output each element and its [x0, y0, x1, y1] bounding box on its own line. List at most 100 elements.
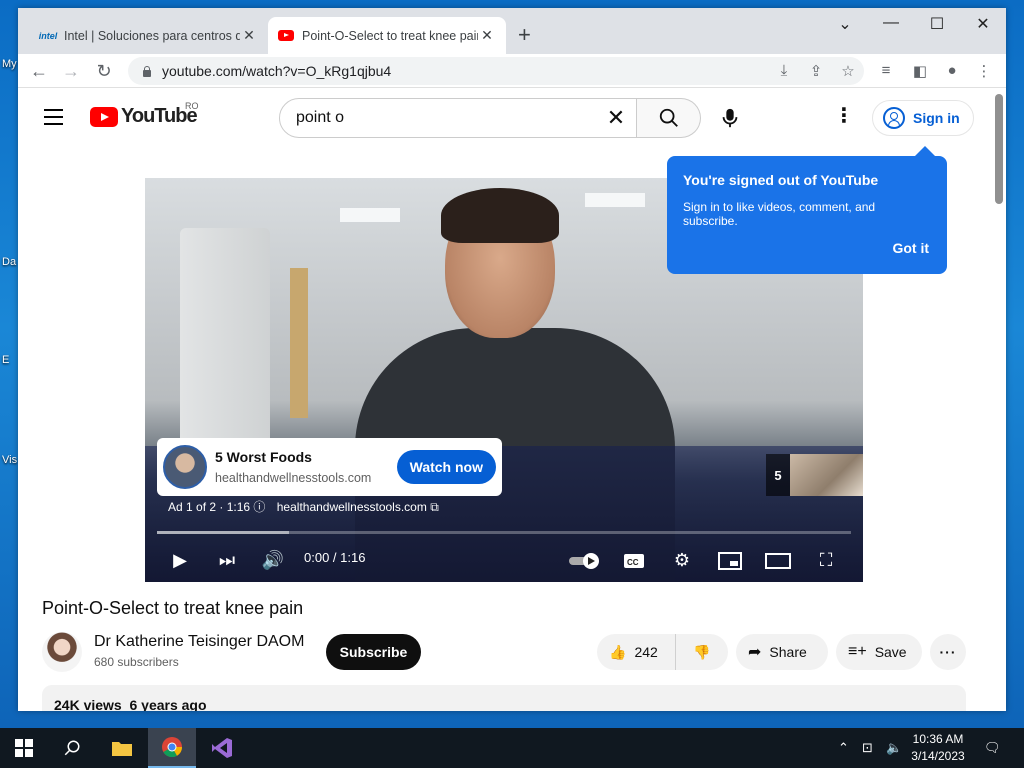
save-label: Save	[874, 644, 907, 660]
search-icon	[659, 108, 678, 127]
ad-counter: Ad 1 of 2 · 1:16	[168, 500, 251, 514]
tab-strip: intel Intel | Soluciones para centros de…	[18, 8, 1006, 54]
fullscreen-icon[interactable]: ⛶	[811, 546, 841, 574]
ad-domain[interactable]: healthandwellnesstools.com	[215, 471, 397, 485]
thumbs-up-icon: 👍	[609, 643, 627, 660]
lock-icon[interactable]	[142, 66, 152, 77]
description-box[interactable]: 24K views 6 years ago	[42, 685, 966, 711]
file-explorer-icon[interactable]	[98, 728, 146, 768]
network-icon[interactable]: ⊡	[862, 740, 873, 756]
maximize-button[interactable]: ☐	[914, 14, 960, 34]
chrome-menu-icon[interactable]: ⋮	[974, 62, 994, 80]
more-actions-button[interactable]: ···	[930, 634, 966, 670]
advertiser-avatar[interactable]	[163, 445, 207, 489]
volume-icon[interactable]: 🔊	[258, 546, 288, 574]
view-stats: 24K views 6 years ago	[54, 697, 207, 711]
voice-search-button[interactable]	[710, 98, 750, 138]
ad-card[interactable]: 5 Worst Foods healthandwellnesstools.com…	[157, 438, 502, 496]
tab-close-icon[interactable]: ✕	[240, 27, 258, 44]
watch-now-button[interactable]: Watch now	[396, 450, 496, 484]
address-bar[interactable]: youtube.com/watch?v=O_kRg1qjbu4	[128, 57, 864, 85]
taskbar: ⌃ ⊡ 🔈 10:36 AM 3/14/2023 🗨	[0, 728, 1024, 768]
youtube-header: YouTube RO point o ✕ ⋮ Sign in	[18, 88, 988, 144]
minimize-button[interactable]: —	[868, 14, 914, 32]
visual-studio-icon[interactable]	[198, 728, 246, 768]
youtube-logo[interactable]: YouTube RO	[90, 101, 199, 128]
miniplayer-frame-icon	[718, 552, 742, 571]
settings-more-icon[interactable]: ⋮	[834, 106, 854, 126]
media-control-icon[interactable]: ≡	[876, 62, 896, 79]
search-button[interactable]	[637, 98, 701, 138]
intel-favicon-icon: intel	[38, 30, 58, 41]
like-button[interactable]: 👍 242	[597, 634, 676, 670]
tab-close-icon[interactable]: ✕	[478, 27, 496, 44]
close-window-button[interactable]: ✕	[960, 14, 1006, 34]
desktop-icon-label[interactable]: Vis	[2, 454, 17, 466]
desktop-icon-label[interactable]: Da	[2, 256, 16, 268]
url-text[interactable]: youtube.com/watch?v=O_kRg1qjbu4	[162, 63, 391, 79]
search-query[interactable]: point o	[296, 109, 596, 127]
tray-chevron-icon[interactable]: ⌃	[838, 740, 849, 756]
new-tab-button[interactable]: +	[518, 24, 531, 46]
like-dislike-group: 👍 242 👎	[597, 634, 728, 670]
desktop-icon-label[interactable]: E	[2, 354, 9, 366]
tab-search-chevron-icon[interactable]: ⌄	[822, 14, 868, 34]
got-it-button[interactable]: Got it	[892, 240, 929, 256]
play-icon[interactable]: ▶	[165, 546, 195, 574]
share-label: Share	[769, 644, 807, 660]
captions-icon[interactable]: CC	[619, 546, 649, 574]
share-page-icon[interactable]: ⇪	[806, 62, 826, 80]
subscribe-button[interactable]: Subscribe	[326, 634, 421, 670]
clear-search-icon[interactable]: ✕	[596, 105, 636, 131]
settings-gear-icon[interactable]: ⚙	[667, 546, 697, 574]
tab-title: Intel | Soluciones para centros de	[64, 28, 240, 43]
dislike-button[interactable]: 👎	[676, 644, 728, 661]
theater-mode-icon[interactable]	[763, 546, 793, 574]
tab-intel[interactable]: intel Intel | Soluciones para centros de…	[30, 17, 268, 54]
thumbs-down-icon: 👎	[693, 643, 711, 660]
autoplay-toggle[interactable]	[565, 546, 605, 574]
miniplayer-icon[interactable]	[715, 546, 745, 574]
theater-frame-icon	[765, 553, 791, 570]
share-button[interactable]: ➦ Share	[736, 634, 828, 670]
menu-hamburger-icon[interactable]	[44, 109, 63, 130]
next-icon[interactable]: ⏭	[212, 546, 242, 574]
tab-youtube[interactable]: Point-O-Select to treat knee pain ✕	[268, 17, 506, 54]
profile-icon[interactable]: ●	[942, 62, 962, 79]
chrome-logo-icon	[162, 737, 183, 758]
sign-in-button[interactable]: Sign in	[872, 100, 974, 136]
video-frame-detail	[290, 268, 308, 418]
progress-bar[interactable]	[157, 531, 851, 534]
buffered-bar	[157, 531, 289, 534]
notification-icon[interactable]: 🗨	[984, 740, 1001, 756]
sign-in-label: Sign in	[913, 110, 960, 126]
start-button[interactable]	[0, 728, 48, 768]
back-arrow-icon[interactable]: ←	[28, 60, 50, 82]
side-panel-icon[interactable]: ◧	[910, 62, 930, 80]
bookmark-star-icon[interactable]: ☆	[838, 62, 858, 80]
youtube-play-logo-icon	[90, 106, 118, 127]
subscriber-count: 680 subscribers	[94, 655, 179, 669]
playlist-add-icon: ≡+	[848, 643, 867, 660]
save-button[interactable]: ≡+ Save	[836, 634, 922, 670]
forward-arrow-icon[interactable]: →	[60, 60, 82, 82]
taskbar-search-icon[interactable]	[48, 728, 96, 768]
channel-name[interactable]: Dr Katherine Teisinger DAOM	[94, 633, 304, 651]
volume-tray-icon[interactable]: 🔈	[886, 740, 902, 756]
info-icon[interactable]: ⓘ	[253, 500, 268, 514]
video-frame-detail	[585, 193, 645, 207]
ad-title[interactable]: 5 Worst Foods	[215, 449, 397, 465]
ad-info: Ad 1 of 2 · 1:16 ⓘ healthandwellnesstool…	[168, 498, 439, 515]
clock[interactable]: 10:36 AM 3/14/2023	[903, 731, 973, 765]
search-input[interactable]: point o ✕	[279, 98, 637, 138]
install-icon[interactable]: ⤓	[774, 62, 794, 79]
reload-icon[interactable]: ↻	[93, 60, 115, 82]
desktop-icon-label[interactable]: My	[2, 58, 17, 70]
chrome-taskbar-icon[interactable]	[148, 728, 196, 768]
channel-avatar[interactable]	[42, 632, 82, 672]
vs-logo-icon	[212, 738, 232, 758]
browser-window: intel Intel | Soluciones para centros de…	[18, 8, 1006, 711]
scrollbar-thumb[interactable]	[995, 94, 1003, 204]
ad-info-domain[interactable]: healthandwellnesstools.com	[277, 500, 427, 514]
page-scrollbar[interactable]	[992, 88, 1006, 711]
